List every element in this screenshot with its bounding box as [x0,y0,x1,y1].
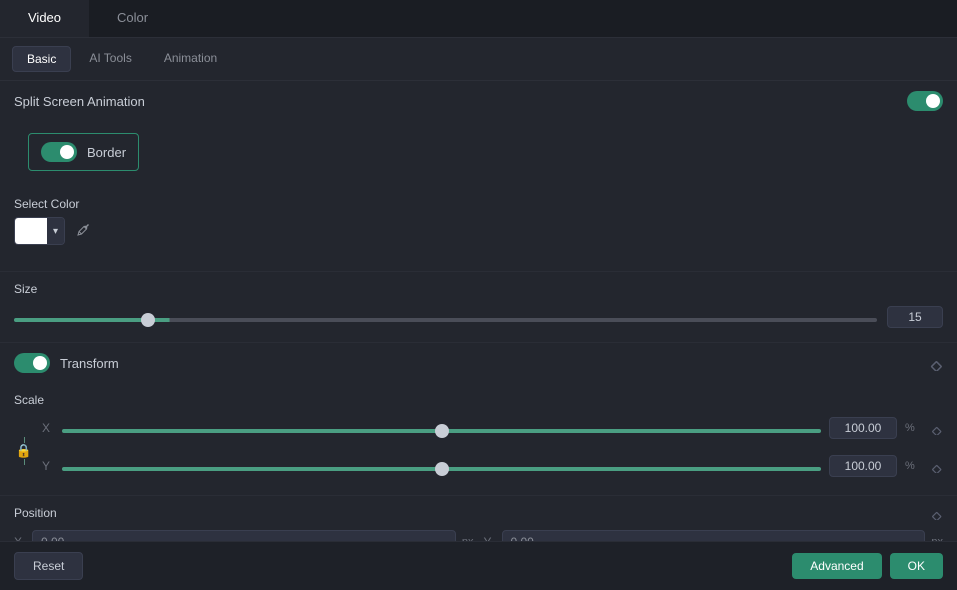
sub-tab-animation[interactable]: Animation [150,46,231,72]
border-label: Border [87,145,126,160]
scale-x-unit: % [905,422,921,434]
scale-y-label: Y [42,459,54,473]
position-header-row: Position [14,506,943,520]
eyedropper-button[interactable] [71,220,95,243]
scale-x-label: X [42,421,54,435]
size-label: Size [14,282,943,296]
scale-x-row: X 100.00 % [42,417,943,439]
scale-y-unit: % [905,460,921,472]
lock-body: 🔒 [16,443,32,459]
size-slider[interactable] [14,318,877,322]
size-value-input[interactable]: 15 [887,306,943,328]
color-swatch-white [15,218,47,244]
transform-diamond-icon [927,355,943,371]
transform-label: Transform [60,356,119,371]
split-screen-toggle[interactable] [907,91,943,111]
scale-y-diamond-icon [929,459,943,473]
scale-y-input[interactable]: 100.00 [829,455,897,477]
scale-x-input[interactable]: 100.00 [829,417,897,439]
size-section: Size 15 [0,271,957,342]
tab-color[interactable]: Color [89,0,176,37]
reset-button[interactable]: Reset [14,552,83,580]
color-dropdown-arrow[interactable]: ▾ [47,218,64,244]
eyedropper-icon [75,222,91,238]
sub-tab-aitools[interactable]: AI Tools [75,46,145,72]
scale-y-slider[interactable] [62,467,821,471]
select-color-label: Select Color [14,197,943,211]
sub-tabs-bar: Basic AI Tools Animation [0,38,957,81]
transform-toggle[interactable] [14,353,50,373]
size-slider-wrapper [14,310,877,325]
tab-video[interactable]: Video [0,0,89,37]
scale-x-slider[interactable] [62,429,821,433]
border-toggle[interactable] [41,142,77,162]
color-picker-row: ▾ [14,217,943,245]
transform-left: Transform [14,353,119,373]
transform-header: Transform [0,343,957,383]
sub-tab-basic[interactable]: Basic [12,46,71,72]
position-label: Position [14,506,57,520]
lock-icon: 🔒 [14,437,34,465]
ok-button[interactable]: OK [890,553,943,579]
split-screen-header: Split Screen Animation [0,81,957,121]
split-screen-label: Split Screen Animation [14,94,145,109]
lock-line-bottom [24,459,25,465]
color-swatch-button[interactable]: ▾ [14,217,65,245]
bottom-bar: Reset Advanced OK [0,541,957,590]
scale-y-row: Y 100.00 % [42,455,943,477]
top-tabs-bar: Video Color [0,0,957,38]
border-panel: Border [28,133,139,171]
position-diamond-icon [929,506,943,520]
scale-section: Scale 🔒 X 100.00 % Y [0,383,957,495]
size-slider-row: 15 [14,306,943,328]
select-color-section: Select Color ▾ [0,187,957,271]
advanced-button[interactable]: Advanced [792,553,881,579]
bottom-right-buttons: Advanced OK [792,553,943,579]
scale-label: Scale [14,393,943,407]
scale-x-diamond-icon [929,421,943,435]
